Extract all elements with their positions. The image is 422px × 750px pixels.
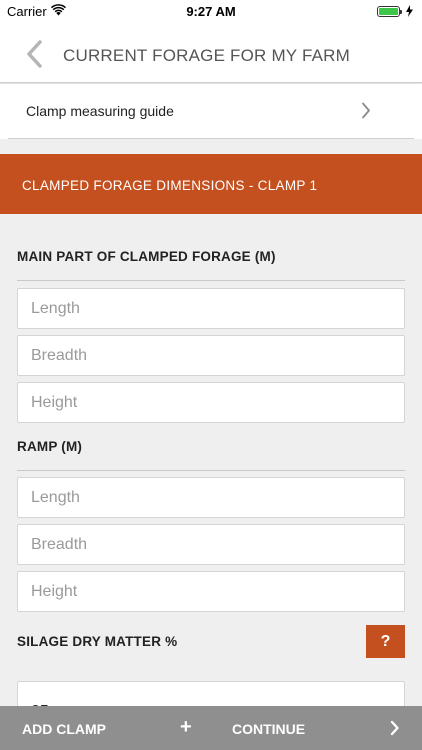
ramp-length-input[interactable] (18, 478, 404, 517)
main-breadth-field[interactable] (17, 335, 405, 376)
battery-icon (377, 6, 402, 17)
main-height-field[interactable] (17, 382, 405, 423)
chevron-right-icon (362, 102, 370, 119)
bottom-action-bar: ADD CLAMP + CONTINUE (0, 706, 422, 750)
dry-matter-title: SILAGE DRY MATTER % (17, 634, 178, 649)
page-title: CURRENT FORAGE FOR MY FARM (63, 46, 350, 65)
group-divider (17, 280, 405, 281)
ramp-length-field[interactable] (17, 477, 405, 518)
continue-button[interactable]: CONTINUE (232, 721, 305, 737)
battery-level (379, 8, 398, 15)
main-length-field[interactable] (17, 288, 405, 329)
row-divider (8, 138, 414, 139)
clamp-measuring-guide-label: Clamp measuring guide (26, 103, 174, 119)
main-height-input[interactable] (18, 383, 404, 422)
ramp-breadth-input[interactable] (18, 525, 404, 564)
ramp-height-input[interactable] (18, 572, 404, 611)
main-length-input[interactable] (18, 289, 404, 328)
ramp-title: RAMP (M) (17, 439, 83, 454)
main-part-title: MAIN PART OF CLAMPED FORAGE (M) (17, 249, 276, 264)
dry-matter-help-button[interactable]: ? (366, 625, 405, 658)
plus-icon[interactable]: + (180, 717, 192, 737)
ramp-breadth-field[interactable] (17, 524, 405, 565)
main-breadth-input[interactable] (18, 336, 404, 375)
group-divider (17, 470, 405, 471)
ramp-height-field[interactable] (17, 571, 405, 612)
clamp-measuring-guide-row[interactable]: Clamp measuring guide (0, 84, 422, 139)
back-chevron-icon[interactable] (22, 39, 48, 69)
nav-bar: CURRENT FORAGE FOR MY FARM (0, 24, 422, 83)
add-clamp-button[interactable]: ADD CLAMP (22, 721, 106, 737)
section-header: CLAMPED FORAGE DIMENSIONS - CLAMP 1 (0, 154, 422, 214)
section-header-title: CLAMPED FORAGE DIMENSIONS - CLAMP 1 (22, 178, 318, 193)
status-time: 9:27 AM (186, 4, 236, 19)
chevron-right-icon[interactable] (390, 720, 400, 736)
charging-bolt-icon (406, 5, 413, 17)
status-bar: Carrier 9:27 AM (0, 0, 422, 24)
